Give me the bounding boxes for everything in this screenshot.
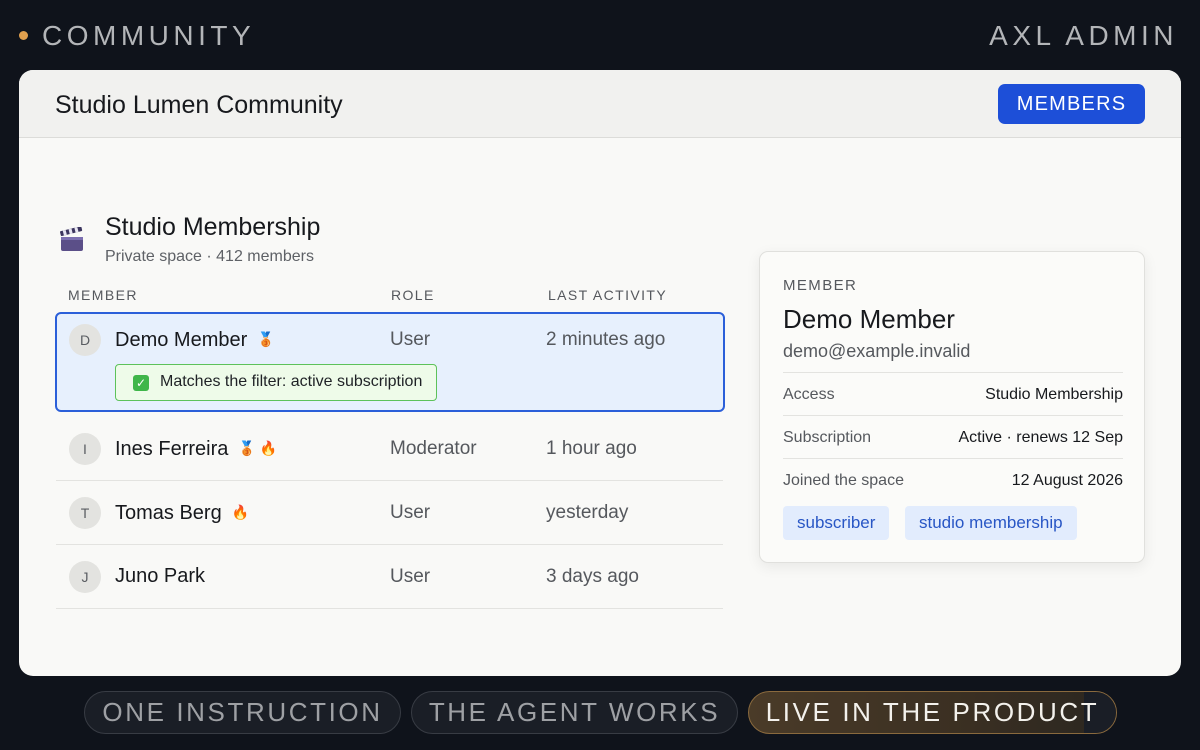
table-row[interactable]: J Juno Park User 3 days ago (56, 545, 723, 609)
member-role: Moderator (390, 438, 477, 459)
member-name-text: Tomas Berg (115, 502, 222, 524)
filter-match-chip: ✓ Matches the filter: active subscriptio… (115, 364, 438, 401)
checkmark-icon: ✓ (133, 375, 149, 391)
member-name[interactable]: Juno Park (115, 564, 215, 588)
window-header: Studio Lumen Community MEMBERS (19, 70, 1181, 138)
member-activity: 1 hour ago (546, 438, 637, 459)
step-one-instruction[interactable]: ONE INSTRUCTION (84, 691, 401, 734)
column-header-last-activity[interactable]: LAST ACTIVITY (548, 286, 667, 304)
admin-label: AXL ADMIN (989, 20, 1178, 51)
badge-icons: 🥉 (257, 331, 275, 347)
column-header-member[interactable]: MEMBER (68, 286, 138, 304)
table-row[interactable]: T Tomas Berg 🔥 User yesterday (56, 481, 723, 545)
detail-key: Access (783, 386, 835, 403)
member-activity: 3 days ago (546, 566, 639, 587)
app-window: Studio Lumen Community MEMBERS Studio Me… (19, 70, 1181, 676)
member-name-text: Ines Ferreira (115, 438, 229, 460)
column-header-role[interactable]: ROLE (391, 286, 435, 304)
member-activity: 2 minutes ago (546, 329, 666, 350)
detail-key: Joined the space (783, 472, 904, 489)
detail-row-subscription: Subscription Active · renews 12 Sep (783, 415, 1123, 458)
top-bar: COMMUNITY AXL ADMIN (0, 0, 1200, 70)
step-label: LIVE IN THE PRODUCT (765, 697, 1100, 727)
card-label: MEMBER (783, 277, 858, 294)
detail-row-joined: Joined the space 12 August 2026 (783, 458, 1123, 501)
member-name[interactable]: Ines Ferreira 🥉 🔥 (115, 436, 277, 461)
tag-studio-membership[interactable]: studio membership (905, 506, 1077, 540)
step-label: ONE INSTRUCTION (102, 697, 383, 727)
tag-subscriber[interactable]: subscriber (783, 506, 890, 540)
member-name-text: Demo Member (115, 329, 248, 351)
table-row-selected[interactable]: D Demo Member 🥉 User 2 minutes ago ✓ Matc… (55, 312, 725, 412)
table-row[interactable]: I Ines Ferreira 🥉 🔥 Moderator 1 hour ago (56, 417, 723, 481)
brand-label: COMMUNITY (42, 20, 256, 51)
detail-value: 12 August 2026 (1011, 472, 1123, 489)
detail-value: Active · renews 12 Sep (958, 429, 1123, 446)
clapper-board-icon (60, 227, 83, 251)
member-activity: yesterday (546, 502, 629, 523)
avatar: T (69, 497, 101, 529)
detail-row-access: Access Studio Membership (783, 372, 1123, 415)
member-role: User (390, 566, 431, 587)
avatar: J (69, 561, 101, 593)
filter-match-text: Matches the filter: active subscription (160, 373, 423, 390)
avatar: I (69, 433, 101, 465)
card-member-email[interactable]: demo@example.invalid (783, 340, 970, 362)
avatar: D (69, 324, 101, 356)
space-subtitle: Private space · 412 members (105, 248, 314, 265)
member-name[interactable]: Tomas Berg 🔥 (115, 500, 249, 525)
card-member-name: Demo Member (783, 304, 955, 334)
step-agent-works[interactable]: THE AGENT WORKS (411, 691, 738, 734)
step-live-in-product[interactable]: LIVE IN THE PRODUCT (748, 691, 1117, 734)
detail-value: Studio Membership (985, 386, 1123, 403)
detail-key: Subscription (783, 429, 872, 446)
member-detail-card: MEMBER Demo Member demo@example.invalid … (759, 251, 1145, 563)
member-name[interactable]: Demo Member 🥉 (115, 327, 275, 352)
step-label: THE AGENT WORKS (428, 697, 721, 727)
page-title: Studio Lumen Community (55, 91, 343, 119)
badge-icons: 🥉 🔥 (238, 440, 278, 456)
badge-icons: 🔥 (231, 504, 250, 520)
space-title: Studio Membership (105, 213, 321, 241)
member-role: User (390, 329, 431, 350)
member-role: User (390, 502, 431, 523)
member-name-text: Juno Park (115, 565, 206, 587)
brand-dot-icon (19, 31, 28, 40)
members-button[interactable]: MEMBERS (998, 84, 1145, 124)
